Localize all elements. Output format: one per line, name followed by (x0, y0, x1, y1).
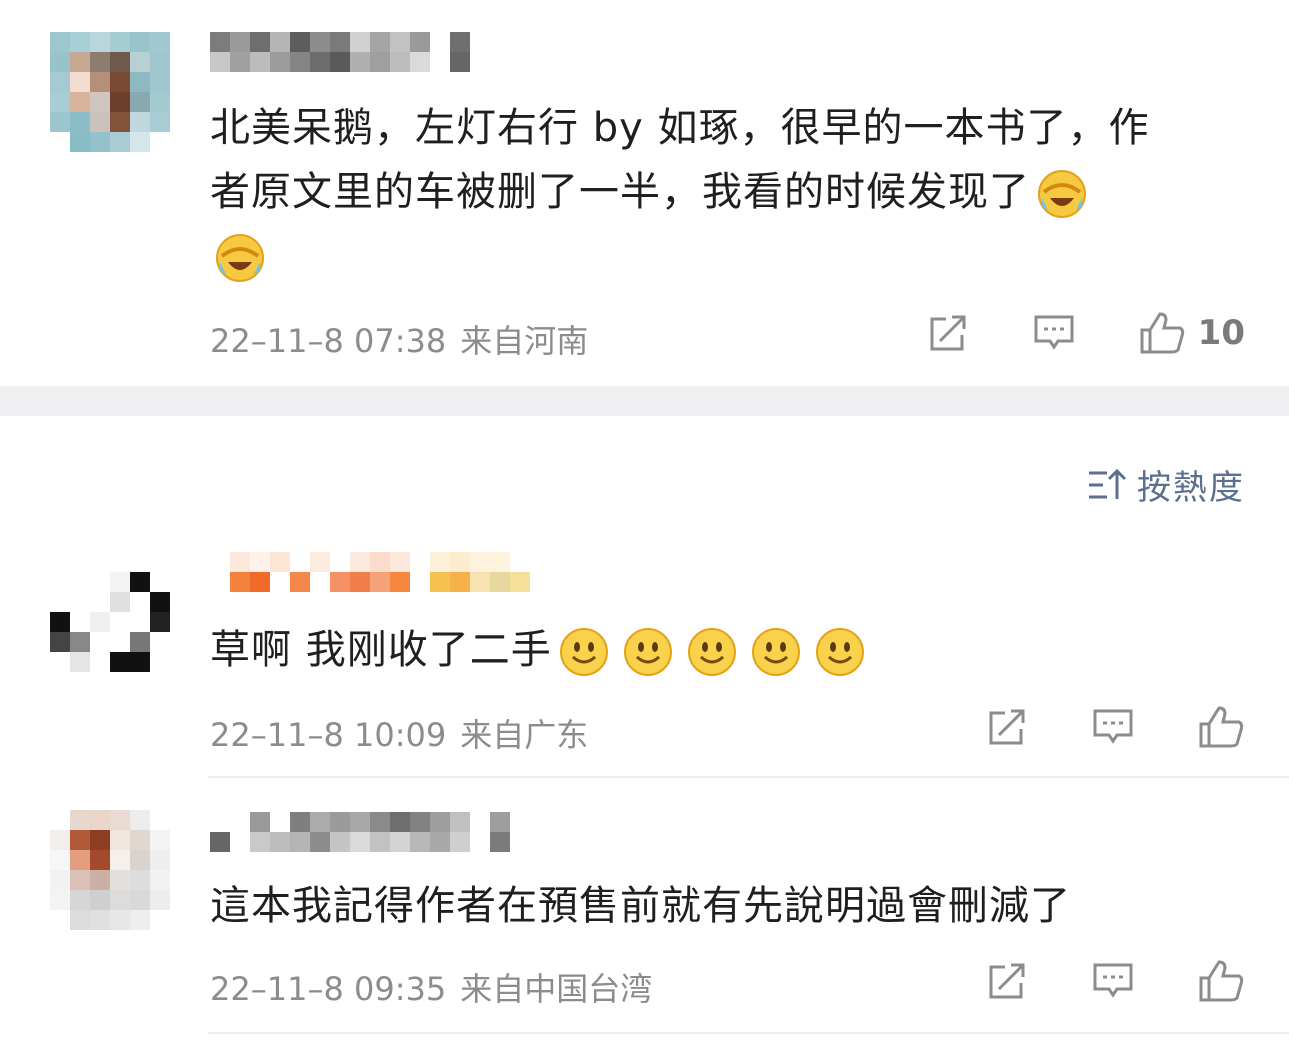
username[interactable] (210, 812, 530, 852)
comment-actions (923, 704, 1245, 750)
like-button[interactable] (1197, 958, 1245, 1004)
comment-icon (1093, 709, 1133, 744)
timestamp: 22–11–8 09:35 (210, 970, 447, 1008)
smile-emoji (558, 626, 610, 678)
region: 来自广东 (460, 716, 589, 754)
avatar[interactable] (50, 552, 170, 672)
comment-meta: 22–11–8 07:38 来自河南 (210, 316, 588, 362)
like-count: 10 (1197, 313, 1245, 353)
thumbs-up-icon (1199, 706, 1244, 748)
share-button[interactable] (985, 707, 1029, 747)
smile-emoji (750, 626, 802, 678)
comment-text-line (210, 224, 1150, 288)
comment-meta: 22–11–8 09:35 来自中国台湾 (210, 964, 652, 1010)
comment-text: 草啊 我刚收了二手 (210, 618, 872, 682)
share-icon (989, 963, 1025, 999)
like-button[interactable] (1197, 704, 1245, 750)
section-divider (0, 386, 1289, 416)
smile-emoji (686, 626, 738, 678)
comment-actions: 10 (864, 310, 1245, 356)
username[interactable] (210, 552, 540, 592)
sort-label: 按熱度 (1137, 468, 1245, 508)
smile-emoji (622, 626, 674, 678)
comment-button[interactable] (1091, 961, 1135, 1001)
comment-text-line: 者原文里的车被删了一半，我看的时候发现了 (210, 160, 1150, 224)
comment-icon (1093, 963, 1133, 998)
comment-divider (208, 776, 1289, 778)
sort-button[interactable]: 按熱度 (1087, 460, 1245, 509)
sort-icon (1089, 468, 1127, 499)
region: 来自河南 (460, 322, 589, 360)
avatar[interactable] (50, 810, 170, 930)
avatar[interactable] (50, 32, 170, 152)
thumbs-up-icon (1140, 312, 1184, 354)
emoji-row (552, 627, 872, 676)
comment-meta: 22–11–8 10:09 来自广东 (210, 710, 588, 756)
comment-icon (1034, 315, 1074, 350)
comment-text-line: 北美呆鹅，左灯右行 by 如琢，很早的一本书了，作 (210, 105, 1150, 151)
share-icon (930, 315, 966, 351)
laughing-crying-emoji (1036, 168, 1088, 220)
comment-button[interactable] (1091, 707, 1135, 747)
like-button[interactable]: 10 (1138, 310, 1245, 356)
timestamp: 22–11–8 07:38 (210, 322, 447, 360)
share-button[interactable] (926, 313, 970, 353)
comment-text-line: 草啊 我刚收了二手 (210, 627, 552, 673)
comment-button[interactable] (1032, 313, 1076, 353)
comment-text: 這本我記得作者在預售前就有先說明過會刪減了 (210, 874, 1071, 938)
smile-emoji (814, 626, 866, 678)
comment-divider (208, 1032, 1289, 1034)
comment-text-line: 這本我記得作者在預售前就有先說明過會刪減了 (210, 883, 1071, 929)
timestamp: 22–11–8 10:09 (210, 716, 447, 754)
share-button[interactable] (985, 961, 1029, 1001)
comment-actions (923, 958, 1245, 1004)
region: 来自中国台湾 (460, 970, 653, 1008)
comment-text: 北美呆鹅，左灯右行 by 如琢，很早的一本书了，作 者原文里的车被删了一半，我看… (210, 96, 1150, 288)
laughing-crying-emoji (214, 232, 266, 284)
username[interactable] (210, 32, 500, 72)
share-icon (989, 709, 1025, 745)
thumbs-up-icon (1199, 960, 1244, 1002)
